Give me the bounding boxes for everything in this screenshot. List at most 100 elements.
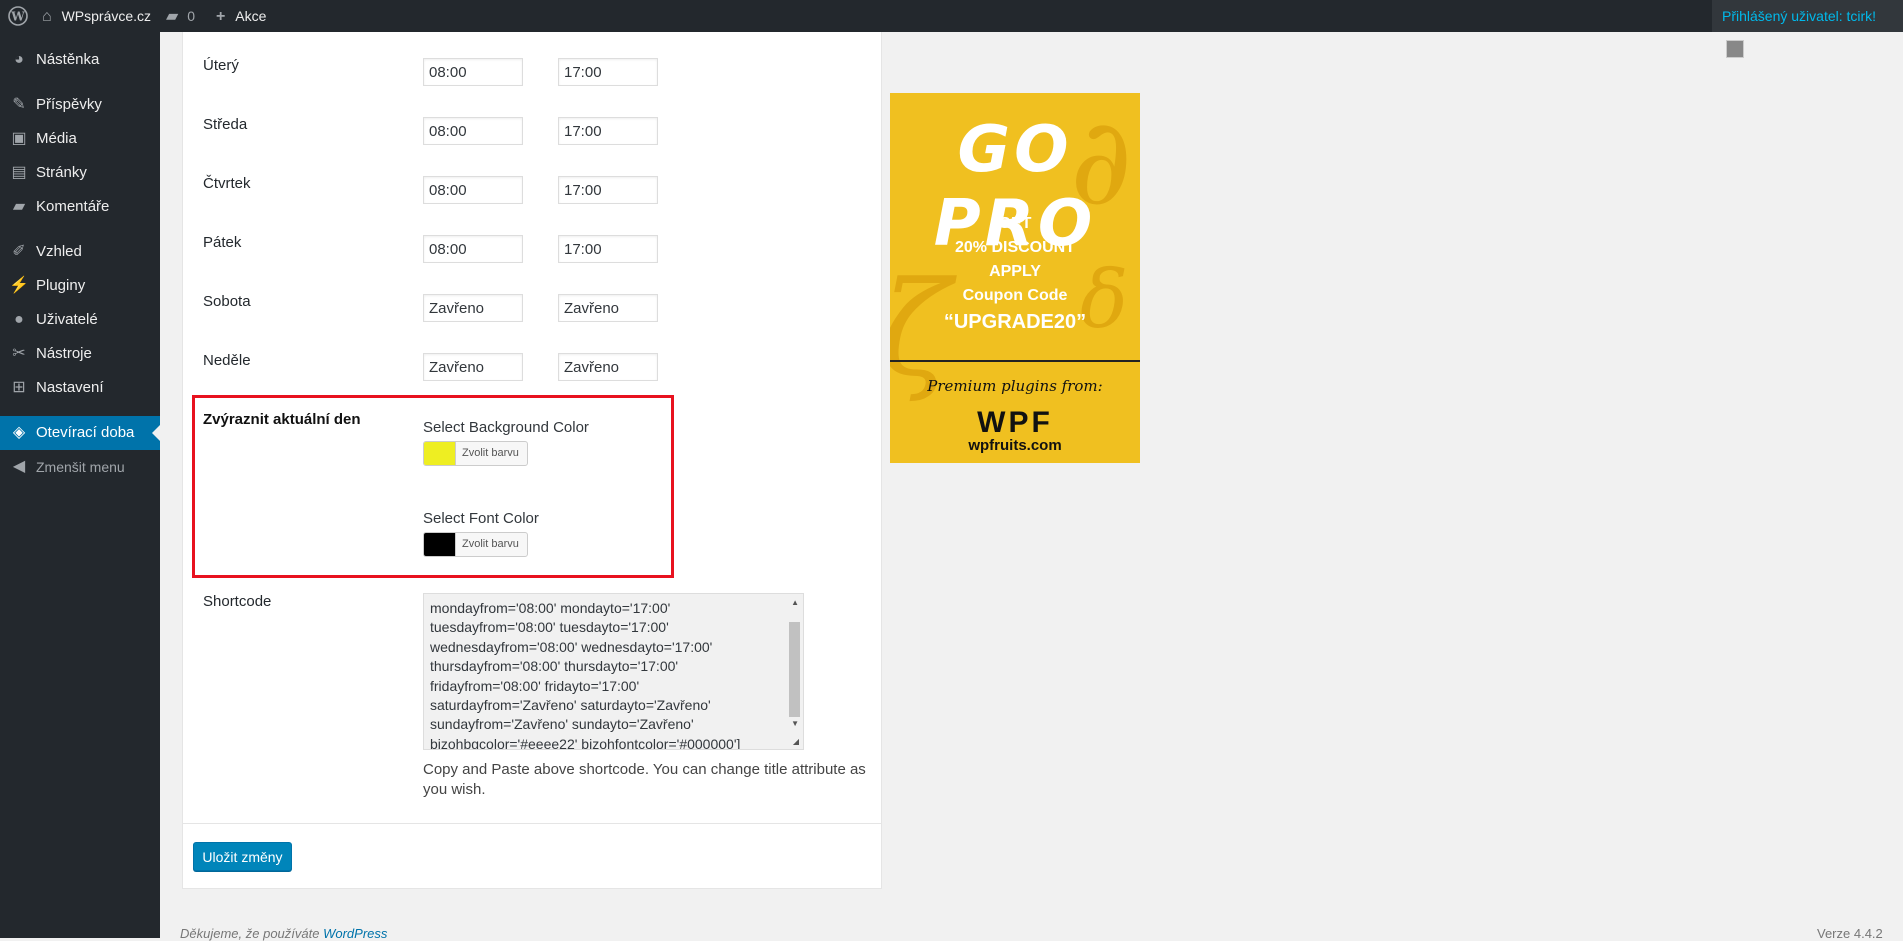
footer-version: Verze 4.4.2 — [1817, 926, 1883, 941]
comments-link[interactable]: ▰ 0 — [166, 0, 195, 32]
sidebar-item-label: Média — [36, 130, 77, 147]
new-content-link[interactable]: + Akce — [216, 0, 266, 32]
day-label-tuesday: Úterý — [203, 57, 239, 74]
tuesday-from-input[interactable] — [423, 58, 523, 86]
tuesday-to-input[interactable] — [558, 58, 658, 86]
thursday-from-input[interactable] — [423, 176, 523, 204]
go-pro-banner[interactable]: ∂ ζ δ GO PRO GET 20% DISCOUNT APPLY Coup… — [890, 93, 1140, 463]
save-changes-button[interactable]: Uložit změny — [193, 842, 292, 871]
shortcode-textarea[interactable]: mondayfrom='08:00' mondayto='17:00' tues… — [423, 593, 804, 750]
tools-icon: ✂ — [12, 345, 26, 362]
comment-bubble-icon: ▰ — [166, 8, 179, 25]
promo-line-coupon: Coupon Code — [962, 287, 1068, 304]
day-label-thursday: Čtvrtek — [203, 175, 251, 192]
clock-icon: ◈ — [12, 424, 26, 441]
shortcode-scrollbar[interactable]: ▲ ▼ ◢ — [786, 594, 803, 749]
new-content-label: Akce — [235, 8, 267, 24]
wordpress-logo-icon[interactable]: W — [8, 0, 28, 32]
sidebar-item-opening-hours[interactable]: ◈ Otevírací doba — [0, 416, 160, 450]
wednesday-from-input[interactable] — [423, 117, 523, 145]
shortcode-label: Shortcode — [203, 593, 272, 610]
sidebar-item-comments[interactable]: ▰ Komentáře — [0, 190, 160, 224]
font-color-label: Select Font Color — [423, 510, 539, 527]
shortcode-help-text: Copy and Paste above shortcode. You can … — [423, 761, 866, 798]
sidebar-item-label: Zmenšit menu — [36, 459, 125, 475]
dashboard-icon: ◕ — [14, 51, 24, 68]
saturday-to-input[interactable] — [558, 294, 658, 322]
friday-to-input[interactable] — [558, 235, 658, 263]
footer-thanks: Děkujeme, že používáte WordPress — [180, 926, 387, 941]
account-menu[interactable]: Přihlášený uživatel: tcirk! — [1712, 0, 1903, 59]
promo-brand-logo: WPF — [977, 406, 1053, 439]
sidebar-item-appearance[interactable]: ✐ Vzhled — [0, 235, 160, 269]
scroll-up-icon[interactable]: ▲ — [791, 598, 799, 607]
promo-line-get: GET — [998, 215, 1032, 232]
highlight-day-label: Zvýraznit aktuální den — [203, 411, 361, 428]
thursday-to-input[interactable] — [558, 176, 658, 204]
friday-from-input[interactable] — [423, 235, 523, 263]
font-color-picker-label: Zvolit barvu — [455, 533, 527, 556]
day-label-saturday: Sobota — [203, 293, 251, 310]
bg-color-swatch — [424, 442, 455, 465]
sidebar-item-settings[interactable]: ⊞ Nastavení — [0, 371, 160, 405]
sidebar-item-media[interactable]: ▣ Média — [0, 122, 160, 156]
admin-bar: W ⌂ WPsprávce.cz ▰ 0 + Akce Přihlášený u… — [0, 0, 1903, 59]
shortcode-text: mondayfrom='08:00' mondayto='17:00' tues… — [430, 600, 741, 750]
sidebar-item-tools[interactable]: ✂ Nástroje — [0, 337, 160, 371]
sidebar-item-users[interactable]: ● Uživatelé — [0, 303, 160, 337]
bg-color-label: Select Background Color — [423, 419, 589, 436]
home-icon: ⌂ — [42, 8, 52, 25]
sidebar-item-label: Nástroje — [36, 345, 92, 362]
comments-icon: ▰ — [12, 198, 26, 215]
promo-divider — [890, 360, 1140, 362]
panel-divider — [182, 823, 882, 824]
footer-wordpress-link[interactable]: WordPress — [323, 926, 387, 941]
admin-sidebar: ◕ Nástěnka ✎ Příspěvky ▣ Média ▤ Stránky… — [0, 32, 160, 938]
resize-handle-icon[interactable]: ◢ — [793, 737, 799, 746]
site-name: WPsprávce.cz — [61, 8, 152, 24]
scroll-down-icon[interactable]: ▼ — [791, 719, 799, 728]
sidebar-item-label: Uživatelé — [36, 311, 98, 328]
sidebar-item-pages[interactable]: ▤ Stránky — [0, 156, 160, 190]
plugins-icon: ⚡ — [9, 277, 29, 294]
footer-thanks-text: Děkujeme, že používáte — [180, 926, 320, 941]
promo-premium-text: Premium plugins from: — [927, 377, 1103, 395]
day-label-friday: Pátek — [203, 234, 242, 251]
collapse-icon: ◀ — [12, 458, 26, 475]
font-color-picker-button[interactable]: Zvolit barvu — [423, 532, 528, 557]
media-icon: ▣ — [11, 130, 27, 147]
sidebar-item-label: Stránky — [36, 164, 87, 181]
site-link[interactable]: ⌂ WPsprávce.cz — [42, 0, 151, 32]
sidebar-item-label: Nástěnka — [36, 51, 100, 68]
promo-coupon-code: “UPGRADE20” — [943, 311, 1087, 333]
sidebar-collapse-menu[interactable]: ◀ Zmenšit menu — [0, 450, 160, 484]
settings-icon: ⊞ — [12, 379, 26, 396]
font-color-swatch — [424, 533, 455, 556]
sidebar-item-posts[interactable]: ✎ Příspěvky — [0, 88, 160, 122]
bg-color-picker-button[interactable]: Zvolit barvu — [423, 441, 528, 466]
sidebar-item-label: Komentáře — [36, 198, 110, 215]
bg-color-picker-label: Zvolit barvu — [455, 442, 527, 465]
wednesday-to-input[interactable] — [558, 117, 658, 145]
user-greeting: Přihlášený uživatel: tcirk! — [1722, 8, 1877, 24]
users-icon: ● — [14, 311, 24, 328]
sidebar-item-label: Otevírací doba — [36, 424, 135, 441]
avatar — [1726, 40, 1744, 59]
appearance-icon: ✐ — [12, 243, 26, 260]
promo-line-apply: APPLY — [989, 263, 1041, 280]
sidebar-item-plugins[interactable]: ⚡ Pluginy — [0, 269, 160, 303]
sidebar-item-label: Příspěvky — [36, 96, 102, 113]
sidebar-item-label: Nastavení — [36, 379, 104, 396]
comments-count: 0 — [187, 8, 195, 24]
saturday-from-input[interactable] — [423, 294, 523, 322]
scroll-thumb[interactable] — [789, 622, 800, 717]
promo-domain: wpfruits.com — [968, 437, 1062, 454]
promo-line-discount: 20% DISCOUNT — [954, 239, 1076, 256]
sunday-from-input[interactable] — [423, 353, 523, 381]
sunday-to-input[interactable] — [558, 353, 658, 381]
svg-text:W: W — [10, 10, 25, 24]
sidebar-item-label: Pluginy — [36, 277, 86, 294]
pages-icon: ▤ — [11, 164, 27, 181]
sidebar-item-dashboard[interactable]: ◕ Nástěnka — [0, 43, 160, 77]
plus-icon: + — [216, 8, 226, 25]
